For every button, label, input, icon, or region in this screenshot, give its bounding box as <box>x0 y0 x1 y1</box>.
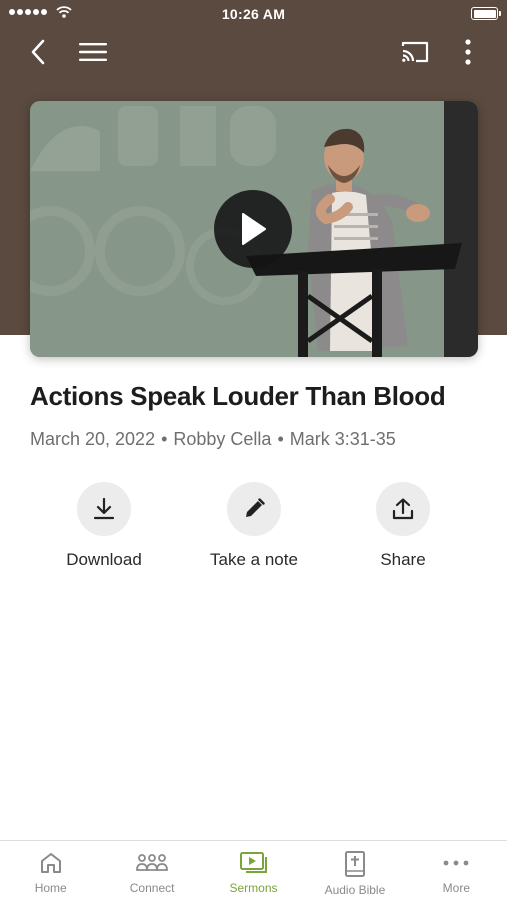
sermon-video-thumbnail[interactable] <box>30 101 478 357</box>
tab-sermons[interactable]: Sermons <box>203 841 304 900</box>
tab-home[interactable]: Home <box>0 841 101 900</box>
tab-home-label: Home <box>34 881 67 895</box>
take-note-label: Take a note <box>210 550 298 569</box>
tab-audio-bible-label: Audio Bible <box>324 883 386 897</box>
share-icon <box>392 498 414 520</box>
meta-separator: • <box>277 429 284 449</box>
battery-icon <box>471 7 501 20</box>
take-note-icon-circle[interactable] <box>227 482 281 536</box>
menu-button[interactable] <box>76 36 110 68</box>
tab-audio-bible[interactable]: Audio Bible <box>304 841 405 900</box>
play-icon <box>242 213 266 245</box>
pencil-icon <box>246 498 265 517</box>
cast-button[interactable] <box>397 36 433 68</box>
take-note-button[interactable]: Take a note <box>179 482 329 570</box>
sermon-title: Actions Speak Louder Than Blood <box>30 381 446 411</box>
hamburger-menu-icon <box>79 43 107 61</box>
share-button[interactable]: Share <box>328 482 478 570</box>
download-label: Download <box>66 550 142 569</box>
download-icon-circle[interactable] <box>77 482 131 536</box>
bible-icon <box>344 851 365 877</box>
people-icon <box>136 854 169 871</box>
bottom-tab-bar: Home Connect Sermons Audio Bible More <box>0 840 507 900</box>
tab-connect-label: Connect <box>129 881 175 895</box>
share-icon-circle[interactable] <box>376 482 430 536</box>
tab-sermons-label: Sermons <box>229 881 278 895</box>
meta-separator: • <box>161 429 168 449</box>
share-label: Share <box>380 550 426 569</box>
vertical-dots-icon <box>465 39 471 65</box>
tab-connect[interactable]: Connect <box>101 841 202 900</box>
sermon-speaker: Robby Cella <box>173 429 272 449</box>
download-button[interactable]: Download <box>29 482 179 570</box>
back-button[interactable] <box>22 36 54 68</box>
cast-icon <box>401 41 429 63</box>
tab-more-label: More <box>442 881 470 895</box>
sermon-date: March 20, 2022 <box>30 429 156 449</box>
sermon-scripture: Mark 3:31-35 <box>289 429 396 449</box>
sermon-meta: March 20, 2022 • Robby Cella • Mark 3:31-35 <box>30 429 396 450</box>
more-options-button[interactable] <box>455 36 481 68</box>
home-icon <box>40 853 61 873</box>
tab-more[interactable]: More <box>406 841 507 900</box>
download-icon <box>93 497 115 520</box>
play-button[interactable] <box>214 190 292 268</box>
chevron-left-icon <box>31 39 45 65</box>
video-playlist-icon <box>239 852 267 873</box>
horizontal-dots-icon <box>443 860 469 866</box>
status-time: 10:26 AM <box>221 6 286 22</box>
status-bar: 10:26 AM <box>0 0 507 28</box>
